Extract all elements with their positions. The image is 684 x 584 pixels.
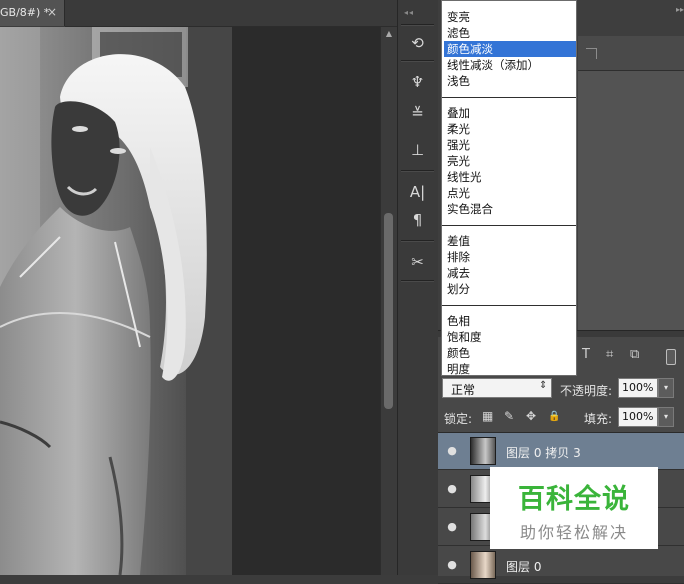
divider (401, 60, 434, 62)
menu-item-subtract[interactable]: 减去 (444, 265, 576, 281)
opacity-label: 不透明度: (560, 384, 613, 398)
inverted-portrait-image (0, 27, 232, 575)
tool-preset-icon[interactable]: ✂ (402, 250, 433, 274)
canvas-image[interactable] (0, 27, 232, 575)
fill-input[interactable]: 100% (618, 407, 658, 427)
shape-filter-icon[interactable]: ⌗ (606, 347, 613, 362)
panel-collapse-grip[interactable]: ▸▸ (578, 5, 684, 15)
menu-item-overlay[interactable]: 叠加 (444, 105, 576, 121)
watermark-title: 百科全说 (518, 484, 630, 515)
menu-item-hue[interactable]: 色相 (444, 313, 576, 329)
layer-name: 图层 0 拷贝 3 (506, 446, 581, 460)
menu-item-exclusion[interactable]: 排除 (444, 249, 576, 265)
menu-item-divide[interactable]: 划分 (444, 281, 576, 297)
eye-icon[interactable]: ● (445, 444, 459, 457)
menu-item-lighter-color[interactable]: 浅色 (444, 73, 576, 89)
brush-options-icon[interactable]: ≚ (402, 101, 433, 125)
lock-label: 锁定: (444, 412, 473, 426)
blend-mode-value: 正常 (451, 383, 476, 397)
filter-toggle-switch[interactable] (666, 349, 676, 365)
menu-item-soft-light[interactable]: 柔光 (444, 121, 576, 137)
lock-all-icon[interactable]: 🔒 (548, 411, 560, 422)
chevron-down-icon[interactable]: ▾ (658, 407, 674, 427)
scroll-up-icon[interactable]: ▲ (381, 29, 397, 38)
dock-grip[interactable]: ◂◂ (404, 8, 432, 18)
clone-source-icon[interactable]: ⊥ (402, 138, 433, 162)
divider (401, 170, 434, 172)
tab-bar (65, 0, 397, 27)
smart-object-filter-icon[interactable]: ⧉ (630, 347, 639, 362)
menu-divider (442, 305, 576, 306)
layer-row[interactable]: ● 图层 0 (438, 547, 684, 584)
close-icon[interactable]: × (47, 5, 57, 19)
panel-body (578, 71, 684, 330)
menu-item-hard-mix[interactable]: 实色混合 (444, 201, 576, 217)
paragraph-icon[interactable]: ¶ (402, 208, 433, 232)
brush-preset-icon[interactable]: ♆ (402, 70, 433, 94)
character-icon[interactable]: A| (402, 180, 433, 204)
history-icon[interactable]: ⟲ (402, 31, 433, 55)
watermark-subtitle: 助你轻松解决 (519, 523, 628, 542)
menu-divider (442, 225, 576, 226)
updown-arrow-icon: ⇕ (539, 380, 548, 391)
panel-header (578, 36, 684, 71)
menu-item-color-dodge[interactable]: 颜色减淡 (444, 41, 576, 57)
menu-item-pin-light[interactable]: 点光 (444, 185, 576, 201)
layer-thumbnail (470, 437, 496, 465)
menu-item-linear-light[interactable]: 线性光 (444, 169, 576, 185)
eye-icon[interactable]: ● (445, 520, 459, 533)
lock-transparent-icon[interactable]: ▦ (482, 409, 493, 423)
panel-dock-column: ◂◂ ⟲ ♆ ≚ ⊥ A| ¶ ✂ (397, 0, 439, 575)
menu-item-difference[interactable]: 差值 (444, 233, 576, 249)
eye-icon[interactable]: ● (445, 558, 459, 571)
watermark: 百科全说 助你轻松解决 (490, 467, 658, 549)
blend-mode-select[interactable]: 正常 ⇕ (442, 378, 552, 398)
layer-row[interactable]: ● 图层 0 拷贝 3 (438, 433, 684, 470)
scrollbar-thumb[interactable] (384, 213, 393, 409)
menu-item-luminosity[interactable]: 明度 (444, 361, 576, 377)
menu-item-hard-light[interactable]: 强光 (444, 137, 576, 153)
chevron-down-icon[interactable]: ▾ (658, 378, 674, 398)
lock-paint-icon[interactable]: ✎ (504, 409, 514, 423)
menu-item-lighten[interactable]: 变亮 (444, 9, 576, 25)
divider (401, 280, 434, 282)
divider (401, 240, 434, 242)
layer-name: 图层 0 (506, 560, 542, 574)
panel-corner-icon (586, 48, 597, 59)
lock-position-icon[interactable]: ✥ (526, 409, 536, 423)
document-tab-title: GB/8#) * (0, 6, 50, 19)
fill-label: 填充: (584, 412, 613, 426)
opacity-input[interactable]: 100% (618, 378, 658, 398)
menu-item-vivid-light[interactable]: 亮光 (444, 153, 576, 169)
canvas-vertical-scrollbar[interactable]: ▲ (380, 27, 397, 575)
menu-divider (442, 97, 576, 98)
blend-mode-menu: 变亮 滤色 颜色减淡 线性减淡（添加） 浅色 叠加 柔光 强光 亮光 线性光 点… (441, 0, 577, 376)
menu-item-linear-dodge[interactable]: 线性减淡（添加） (444, 57, 576, 73)
eye-icon[interactable]: ● (445, 482, 459, 495)
type-filter-icon[interactable]: T (582, 347, 590, 362)
menu-item-color[interactable]: 颜色 (444, 345, 576, 361)
divider (401, 24, 434, 26)
menu-item-screen[interactable]: 滤色 (444, 25, 576, 41)
menu-item-saturation[interactable]: 饱和度 (444, 329, 576, 345)
document-tab[interactable]: GB/8#) * × (0, 0, 65, 26)
